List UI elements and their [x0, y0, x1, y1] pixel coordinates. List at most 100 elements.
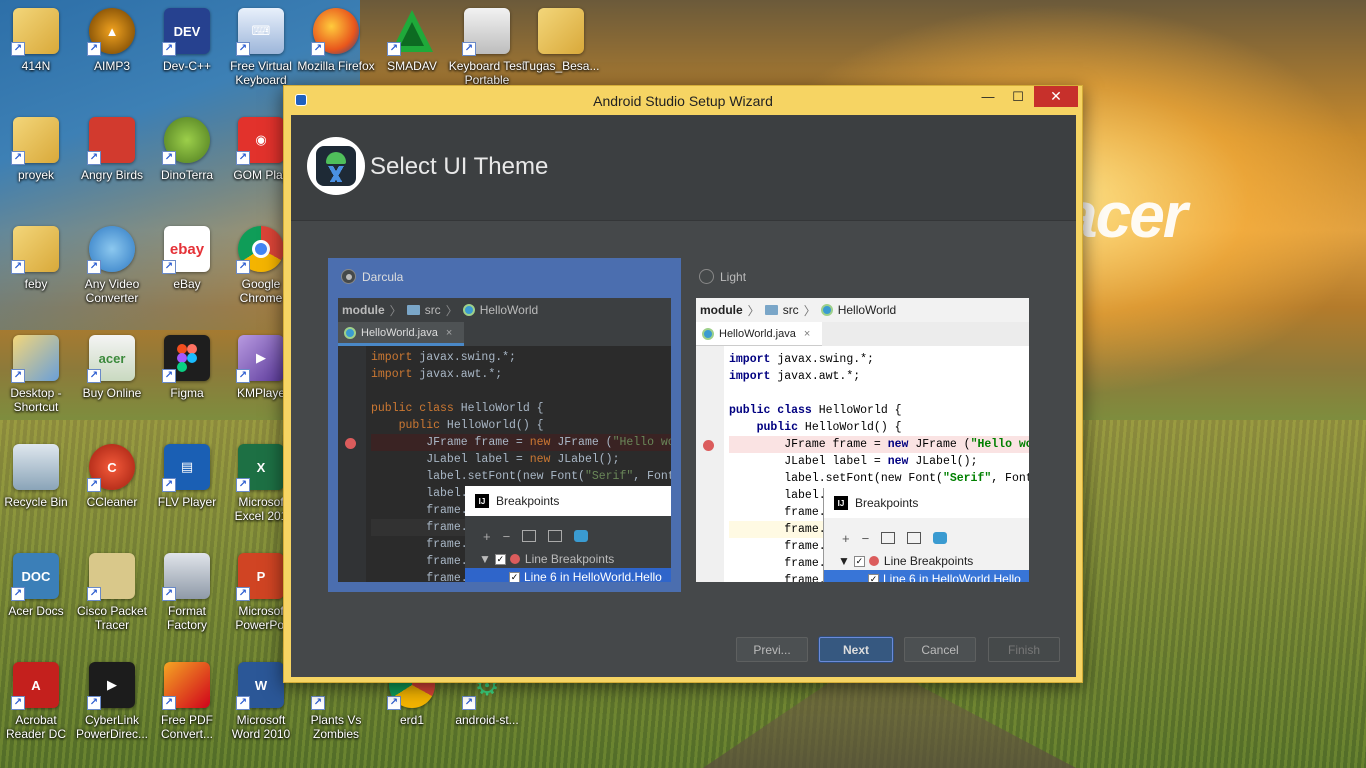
- editor-gutter: [696, 346, 724, 582]
- excel-icon: X ↗: [236, 444, 284, 492]
- breadcrumb-src: src: [424, 303, 441, 317]
- add-icon: +: [842, 530, 850, 546]
- desktop-icon-keyboard-test[interactable]: ↗ Keyboard Test Portable: [448, 8, 526, 87]
- darcula-label: Darcula: [362, 269, 404, 284]
- desktop-icon-figma[interactable]: ↗ Figma: [148, 335, 226, 400]
- word-icon: W ↗: [236, 662, 284, 710]
- breakpoints-toolbar: + −: [824, 524, 1029, 552]
- breadcrumb-module: module: [342, 303, 385, 317]
- desktop-icon-acrobat[interactable]: A ↗ Acrobat Reader DC: [0, 662, 75, 741]
- minimize-button[interactable]: —: [974, 86, 1002, 107]
- desktop-icon-ebay[interactable]: ebay ↗ eBay: [148, 226, 226, 291]
- desktop-icon-feby[interactable]: ↗ feby: [0, 226, 75, 291]
- previous-button[interactable]: Previ...: [736, 637, 808, 662]
- figma-icon: ↗: [162, 335, 210, 383]
- darcula-option[interactable]: Darcula: [341, 269, 403, 284]
- darcula-radio[interactable]: [341, 269, 356, 284]
- desktop-icon-free-virtual-keyboard[interactable]: ⌨ ↗ Free Virtual Keyboard: [222, 8, 300, 87]
- desktop-icon-firefox[interactable]: ↗ Mozilla Firefox: [297, 8, 375, 73]
- desktop-icon-angry-birds[interactable]: ↗ Angry Birds: [73, 117, 151, 182]
- desktop-icon-label: Keyboard Test Portable: [448, 59, 526, 87]
- desktop-icon-label: 414N: [21, 59, 51, 73]
- filter-icon: [548, 530, 563, 542]
- desktop-icon-smadav[interactable]: ↗ SMADAV: [373, 8, 451, 73]
- breakpoints-title-bar: IJ Breakpoints: [465, 486, 671, 516]
- code-line: label.setFont(new Font("Serif", Font: [371, 470, 671, 483]
- class-icon: [344, 326, 356, 339]
- desktop-icon-cyberlink[interactable]: ▶ ↗ CyberLink PowerDirec...: [73, 662, 151, 741]
- breadcrumb-class: HelloWorld: [837, 303, 897, 317]
- desktop-icon-label: Recycle Bin: [4, 495, 68, 509]
- class-icon: [702, 327, 714, 340]
- close-button[interactable]: ✕: [1034, 86, 1078, 107]
- breakpoints-popup: IJ Breakpoints + − ▼ ✓ Line Breakpoints …: [465, 486, 671, 582]
- wizard-client-area: Select UI Theme Darcula Light module 〉 s…: [291, 115, 1076, 677]
- gom-player-icon: ◉ ↗: [236, 117, 284, 165]
- desktop-icon-aimp3[interactable]: ▲ ↗ AIMP3: [73, 8, 151, 73]
- desktop-icon-desktop-shortcut[interactable]: ↗ Desktop - Shortcut: [0, 335, 75, 414]
- dev-cpp-icon: DEV ↗: [162, 8, 210, 56]
- desktop-icon-label: Angry Birds: [80, 168, 144, 182]
- wizard-header: Select UI Theme: [291, 115, 1076, 221]
- next-button[interactable]: Next: [819, 637, 893, 662]
- desktop-icon-cisco-packet-tracer[interactable]: ↗ Cisco Packet Tracer: [73, 553, 151, 632]
- desktop-icon-label: Figma: [170, 386, 204, 400]
- code-line-breakpoint: JFrame frame = new JFrame ("Hello wo: [371, 434, 671, 451]
- finish-button[interactable]: Finish: [988, 637, 1060, 662]
- desktop-icon-buy-online[interactable]: acer ↗ Buy Online: [73, 335, 151, 400]
- folder-icon: ↗: [11, 8, 59, 56]
- expand-triangle-icon: ▼: [479, 552, 491, 566]
- chrome-icon: ↗: [236, 226, 284, 274]
- desktop-icon-ccleaner[interactable]: C ↗ CCleaner: [73, 444, 151, 509]
- desktop-icon-dinoterra[interactable]: ↗ DinoTerra: [148, 117, 226, 182]
- breadcrumb-module: module: [700, 303, 743, 317]
- flv-player-icon: ▤ ↗: [162, 444, 210, 492]
- tab-helloworld: HelloWorld.java ×: [696, 322, 822, 346]
- checkbox-icon: ✓: [868, 573, 879, 582]
- window-titlebar[interactable]: Android Studio Setup Wizard — ☐ ✕: [284, 86, 1082, 115]
- breadcrumb-class: HelloWorld: [479, 303, 539, 317]
- desktop-icon-label: Mozilla Firefox: [297, 59, 375, 73]
- desktop-icon-proyek[interactable]: ↗ proyek: [0, 117, 75, 182]
- theme-selection-area: Darcula Light module 〉 src 〉 HelloWorld: [291, 221, 1076, 677]
- desktop-icon-label: KMPlaye: [236, 386, 286, 400]
- desktop-icon-label: android-st...: [455, 713, 519, 727]
- film-icon: ▶ ↗: [87, 662, 135, 710]
- setup-wizard-window: Android Studio Setup Wizard — ☐ ✕ Select…: [283, 85, 1083, 683]
- desktop-icon-tugas-besar[interactable]: Tugas_Besa...: [522, 8, 600, 73]
- code-line: JLabel label = new JLabel();: [729, 455, 978, 468]
- breakpoint-group-label: Line Breakpoints: [883, 554, 974, 568]
- desktop-icon-format-factory[interactable]: ↗ Format Factory: [148, 553, 226, 632]
- light-preview[interactable]: module 〉 src 〉 HelloWorld HelloWorld.jav…: [696, 298, 1029, 582]
- desktop-icon-label: Buy Online: [82, 386, 142, 400]
- recycle-bin-icon: [13, 444, 59, 490]
- desktop-icon-any-video-converter[interactable]: ↗ Any Video Converter: [73, 226, 151, 305]
- desktop-icon-dev-cpp[interactable]: DEV ↗ Dev-C++: [148, 8, 226, 73]
- desktop-icon-flv-player[interactable]: ▤ ↗ FLV Player: [148, 444, 226, 509]
- group-icon: [881, 532, 896, 544]
- view-icon: [933, 532, 948, 544]
- desktop-icon-label: Free PDF Convert...: [160, 713, 214, 741]
- desktop-icon-414n[interactable]: ↗ 414N: [0, 8, 75, 73]
- tab-close-icon: ×: [445, 326, 453, 339]
- desktop-icon-recycle-bin[interactable]: Recycle Bin: [0, 444, 75, 509]
- desktop-icon-label: feby: [24, 277, 48, 291]
- cancel-button[interactable]: Cancel: [904, 637, 976, 662]
- darcula-preview[interactable]: module 〉 src 〉 HelloWorld HelloWorld.jav…: [338, 298, 671, 582]
- desktop-icon-label: Any Video Converter: [84, 277, 140, 305]
- code-line: public HelloWorld() {: [371, 419, 544, 432]
- remove-icon: −: [861, 530, 870, 546]
- breakpoint-item-row: ✓ Line 6 in HelloWorld.Hello: [824, 570, 1029, 582]
- breadcrumb: module 〉 src 〉 HelloWorld: [338, 298, 671, 322]
- code-line: JLabel label = new JLabel();: [371, 453, 620, 466]
- desktop-icon-free-pdf-convert[interactable]: ↗ Free PDF Convert...: [148, 662, 226, 741]
- maximize-button[interactable]: ☐: [1004, 86, 1032, 107]
- light-radio[interactable]: [699, 269, 714, 284]
- light-option[interactable]: Light: [699, 269, 746, 284]
- checkbox-icon: ✓: [494, 553, 506, 565]
- dinoterra-icon: ↗: [162, 117, 210, 165]
- desktop-icon-acer-docs[interactable]: DOC ↗ Acer Docs: [0, 553, 75, 618]
- acer-docs-icon: DOC ↗: [11, 553, 59, 601]
- format-factory-icon: ↗: [162, 553, 210, 601]
- breakpoint-item-label: Line 6 in HelloWorld.Hello: [883, 572, 1021, 582]
